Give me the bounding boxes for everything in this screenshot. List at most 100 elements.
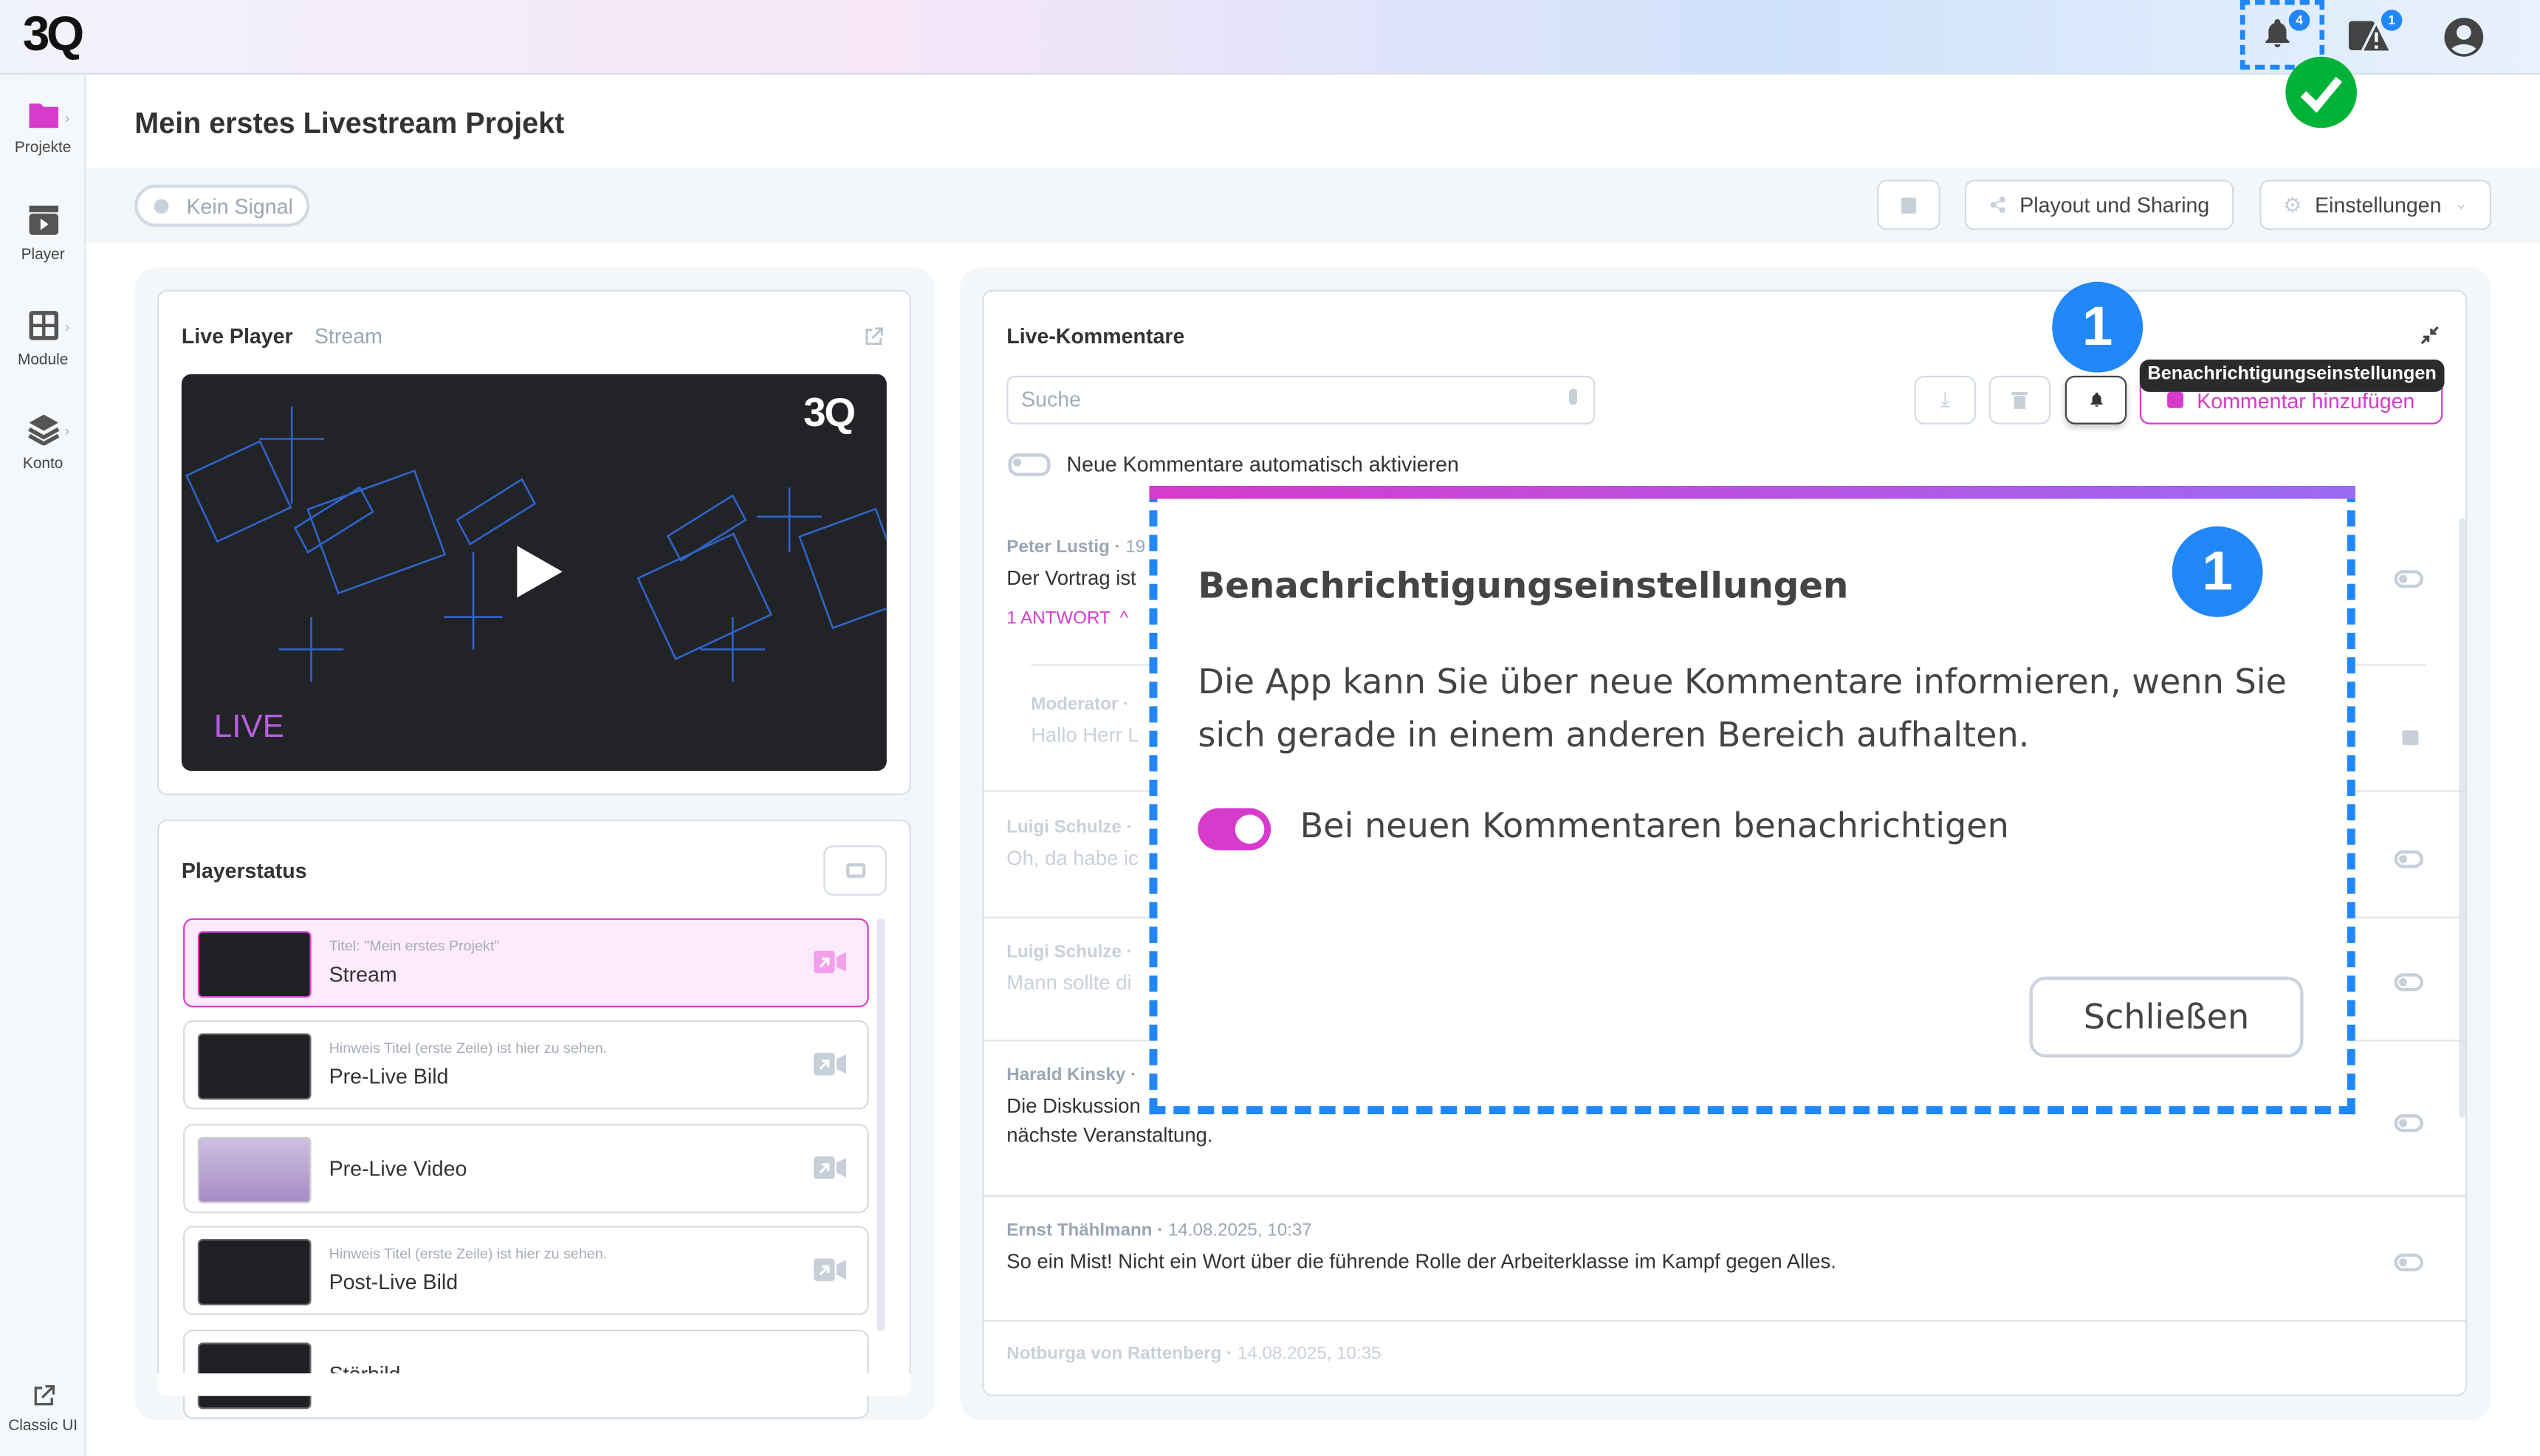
chevron-down-icon: ⌄ [2454, 196, 2468, 214]
item-label: Pre-Live Bild [329, 1064, 449, 1089]
go-live-camera-icon[interactable] [814, 1052, 846, 1076]
thumbnail [197, 1136, 312, 1203]
item-label: Pre-Live Video [329, 1156, 467, 1181]
dialog-accent-bar [1149, 486, 2355, 499]
comment-author: Harald Kinsky [1006, 1065, 1126, 1085]
comment-item: Ernst Thählmann · 14.08.2025, 10:37 So ei… [1006, 1220, 1836, 1274]
comment-visibility-toggle[interactable] [2394, 973, 2423, 992]
comment-text: Oh, da habe ic [1006, 847, 1139, 870]
search-placeholder: Suche [1021, 387, 1081, 412]
comment-item: Luigi Schulze · Oh, da habe ic [1006, 817, 1139, 870]
bell-icon [2090, 392, 2102, 407]
comment-author: Ernst Thählmann [1006, 1220, 1153, 1241]
sidebar-item-label: Konto [22, 455, 64, 473]
comment-visibility-toggle[interactable] [2394, 1253, 2423, 1271]
notify-toggle-label: Bei neuen Kommentaren benachrichtigen [1300, 806, 2009, 846]
playerstatus-item[interactable]: Hinweis Titel (erste Zeile) ist hier zu … [183, 1020, 869, 1110]
comment-text: Der Vortrag ist [1006, 566, 1136, 590]
playerstatus-title: Playerstatus [181, 858, 307, 883]
sidebar-item-label: Module [17, 351, 69, 370]
play-icon[interactable] [514, 543, 566, 601]
media-icon [845, 863, 865, 878]
lock-icon [2402, 730, 2419, 746]
comment-visibility-toggle[interactable] [2394, 1114, 2423, 1133]
playerstatus-item[interactable]: Titel: "Mein erstes Projekt" Stream [183, 918, 869, 1008]
clapperboard-icon [28, 205, 58, 236]
sidebar-item-module[interactable]: › Module [0, 309, 86, 369]
replies-toggle[interactable]: 1 ANTWORT ^ [1006, 609, 1128, 628]
search-input[interactable]: Suche [1006, 375, 1596, 425]
comment-time: 14.08.2025, 10:35 [1237, 1344, 1381, 1364]
comment-reply: Moderator · Hallo Herr L [1031, 695, 1139, 747]
comment-author: Moderator [1031, 695, 1119, 715]
settings-label: Einstellungen [2315, 193, 2442, 217]
classic-ui-link[interactable]: Classic UI [0, 1384, 86, 1435]
playout-sharing-button[interactable]: Playout und Sharing [1964, 179, 2234, 230]
item-label: Stream [329, 961, 397, 986]
thumbnail [197, 931, 312, 998]
comment-visibility-toggle[interactable] [2394, 570, 2423, 588]
page-title: Mein erstes Livestream Projekt [134, 106, 565, 140]
auto-activate-toggle[interactable] [1008, 453, 1051, 476]
microphone-icon[interactable] [1569, 388, 1578, 405]
download-icon: ⤓ [1940, 387, 1950, 412]
media-library-button[interactable] [823, 845, 887, 896]
sidebar-item-konto[interactable]: › Konto [0, 413, 86, 473]
comments-title: Live-Kommentare [1006, 323, 1185, 348]
sidebar [0, 74, 86, 1456]
comments-scrollbar[interactable] [2459, 518, 2466, 1118]
comment-time: 19 [1125, 538, 1146, 557]
logo[interactable]: 3Q [23, 8, 84, 63]
chevron-right-icon: › [64, 319, 70, 336]
comment-author: Peter Lustig [1006, 538, 1110, 557]
playerstatus-item[interactable]: Hinweis Titel (erste Zeile) ist hier zu … [183, 1226, 869, 1316]
chevron-right-icon: › [64, 422, 70, 439]
share-icon [1990, 196, 2005, 213]
comment-visibility-toggle[interactable] [2394, 850, 2423, 868]
video-logo: 3Q [803, 390, 856, 436]
notify-new-comments-toggle[interactable] [1198, 808, 1271, 851]
sidebar-item-label: Projekte [14, 139, 72, 157]
collapse-icon[interactable] [2420, 326, 2440, 345]
sidebar-item-player[interactable]: Player [0, 204, 86, 264]
success-check-icon [2285, 56, 2357, 128]
comment-author: Luigi Schulze [1006, 942, 1122, 962]
signal-status-badge: Kein Signal [134, 185, 310, 227]
sidebar-item-label: Player [21, 246, 65, 264]
stop-icon [1901, 196, 1916, 213]
video-player[interactable]: 3Q LIVE [181, 374, 887, 772]
comment-text: Hallo Herr L [1031, 724, 1139, 747]
go-live-camera-icon[interactable] [814, 1258, 846, 1282]
go-live-camera-icon[interactable] [814, 1156, 846, 1179]
live-player-title: Live Player [181, 323, 293, 348]
auto-activate-label: Neue Kommentare automatisch aktivieren [1066, 451, 1459, 476]
sidebar-item-projekte[interactable]: › Projekte [0, 100, 86, 157]
user-avatar[interactable] [2443, 16, 2485, 66]
top-bar [0, 0, 2540, 75]
card-bottom-mask [157, 1373, 911, 1396]
comment-text: So ein Mist! Nicht ein Wort über die füh… [1006, 1250, 1836, 1274]
item-subtitle: Hinweis Titel (erste Zeile) ist hier zu … [329, 1040, 608, 1057]
go-live-camera-icon[interactable] [814, 950, 846, 974]
settings-dropdown[interactable]: ⚙ Einstellungen ⌄ [2259, 179, 2492, 230]
playerstatus-item[interactable]: Pre-Live Video [183, 1124, 869, 1213]
alerts-count-badge: 1 [2381, 10, 2403, 31]
step-annotation-badge: 1 [2172, 526, 2263, 617]
tab-stream[interactable]: Stream [315, 324, 382, 348]
notification-settings-dialog: Benachrichtigungseinstellungen 1 Die App… [1149, 486, 2355, 1115]
comment-time: 14.08.2025, 10:37 [1167, 1220, 1312, 1241]
user-icon [2444, 18, 2484, 57]
delete-button[interactable] [1988, 375, 2051, 425]
comment-author: Notburga von Rattenberg [1006, 1344, 1222, 1364]
scrollbar[interactable] [876, 918, 885, 1332]
notification-settings-button[interactable] [2064, 375, 2127, 425]
external-link-icon[interactable] [864, 327, 883, 346]
step-annotation-badge: 1 [2052, 281, 2143, 373]
download-button[interactable]: ⤓ [1914, 375, 1977, 425]
comment-author: Luigi Schulze [1006, 817, 1122, 838]
tooltip: Benachrichtigungseinstellungen [2139, 359, 2445, 392]
playout-label: Playout und Sharing [2019, 193, 2210, 217]
stop-button[interactable] [1877, 179, 1940, 230]
gear-icon: ⚙ [2282, 191, 2302, 216]
close-button[interactable]: Schließen [2029, 976, 2304, 1058]
